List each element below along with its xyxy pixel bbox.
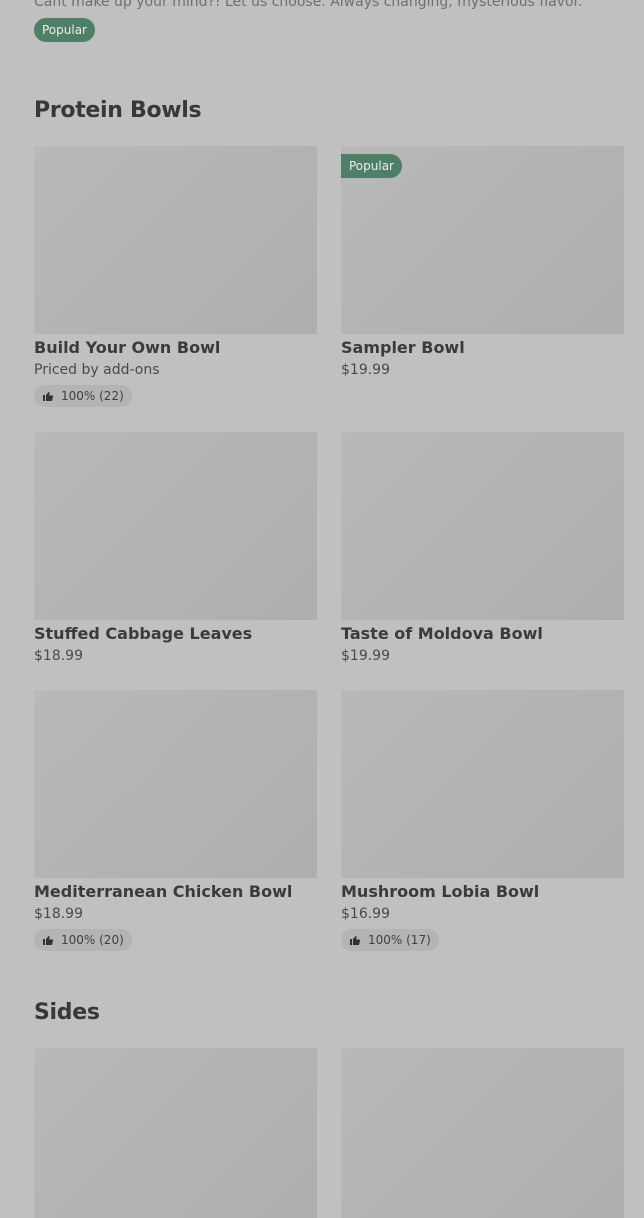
- item-price: $19.99: [341, 362, 390, 378]
- section-title-sides: Sides: [34, 1000, 100, 1025]
- menu-item-mediterranean-chicken-bowl[interactable]: Mediterranean Chicken Bowl $18.99 100% (…: [34, 690, 317, 951]
- rating-badge: 100% (17): [341, 929, 439, 951]
- thumbs-up-icon: [43, 392, 54, 401]
- menu-item-stuffed-cabbage-leaves[interactable]: Stuffed Cabbage Leaves $18.99: [34, 432, 317, 665]
- thumbs-up-icon: [350, 936, 361, 945]
- item-price: $18.99: [34, 906, 83, 922]
- rating-text: 100% (22): [61, 389, 124, 403]
- rating-badge: 100% (20): [34, 929, 132, 951]
- menu-item-mushroom-lobia-bowl[interactable]: Mushroom Lobia Bowl $16.99 100% (17): [341, 690, 624, 951]
- item-image[interactable]: [341, 690, 624, 878]
- popular-badge: Popular: [341, 154, 402, 178]
- item-name: Mediterranean Chicken Bowl: [34, 882, 293, 901]
- menu-item-side-1[interactable]: [34, 1048, 317, 1218]
- item-image[interactable]: [34, 146, 317, 334]
- item-price: Priced by add-ons: [34, 362, 160, 378]
- item-image[interactable]: Popular: [341, 146, 624, 334]
- thumbs-up-icon: [43, 936, 54, 945]
- item-price: $18.99: [34, 648, 83, 664]
- item-name: Sampler Bowl: [341, 338, 465, 357]
- item-description: Cant make up your mind?! Let us choose. …: [34, 0, 583, 10]
- menu-item-sampler-bowl[interactable]: Popular Sampler Bowl $19.99: [341, 146, 624, 379]
- menu-item-side-2[interactable]: [341, 1048, 624, 1218]
- item-image[interactable]: [34, 432, 317, 620]
- popular-badge: Popular: [34, 18, 95, 42]
- item-name: Build Your Own Bowl: [34, 338, 221, 357]
- item-name: Stuffed Cabbage Leaves: [34, 624, 253, 643]
- item-image[interactable]: [341, 1048, 624, 1218]
- item-price: $16.99: [341, 906, 390, 922]
- item-image[interactable]: [34, 690, 317, 878]
- rating-text: 100% (17): [368, 933, 431, 947]
- item-image[interactable]: [341, 432, 624, 620]
- menu-item-build-your-own-bowl[interactable]: Build Your Own Bowl Priced by add-ons 10…: [34, 146, 317, 407]
- item-price: $19.99: [341, 648, 390, 664]
- item-image[interactable]: [34, 1048, 317, 1218]
- rating-text: 100% (20): [61, 933, 124, 947]
- item-name: Mushroom Lobia Bowl: [341, 882, 540, 901]
- item-name: Taste of Moldova Bowl: [341, 624, 543, 643]
- menu-item-taste-of-moldova-bowl[interactable]: Taste of Moldova Bowl $19.99: [341, 432, 624, 665]
- rating-badge: 100% (22): [34, 385, 132, 407]
- section-title-protein-bowls: Protein Bowls: [34, 98, 202, 123]
